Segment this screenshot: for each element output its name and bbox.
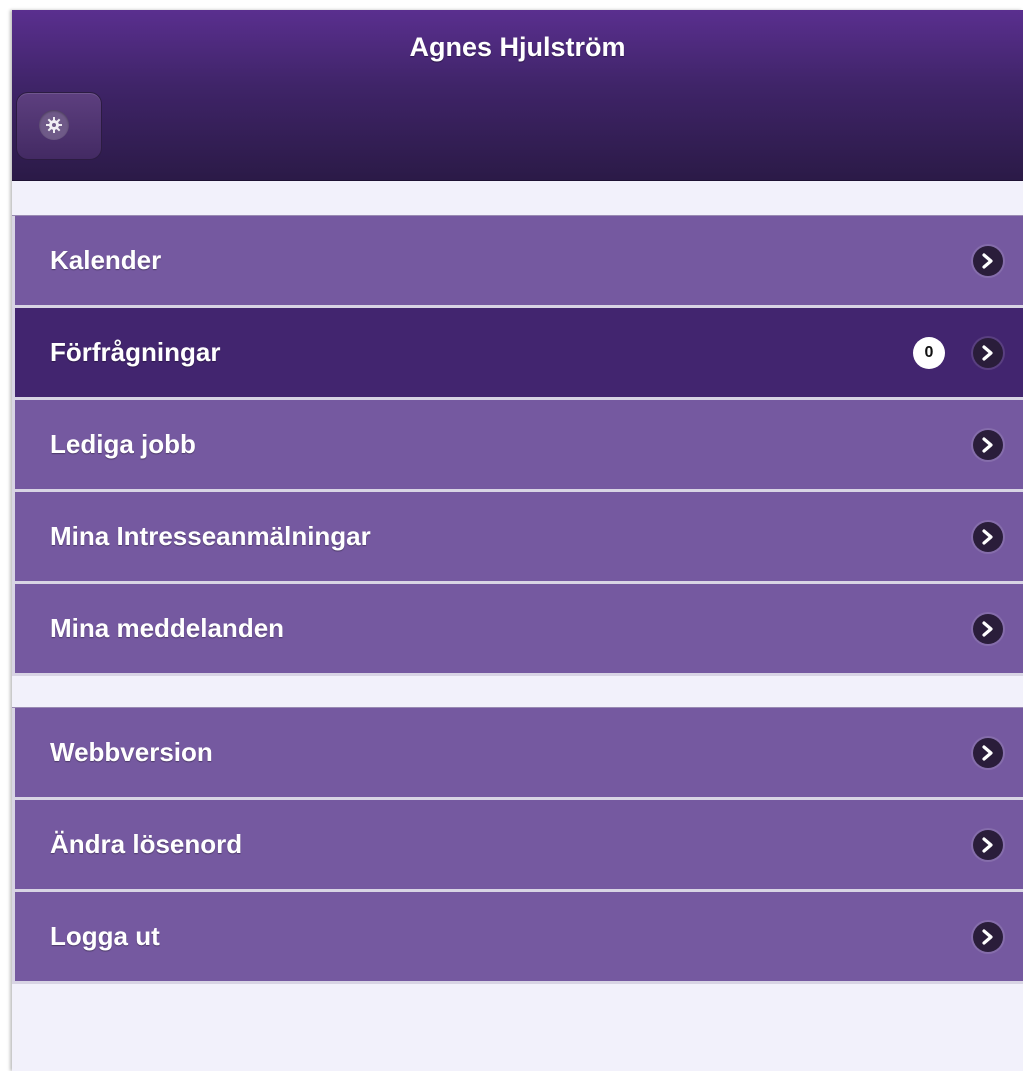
menu-item-label: Förfrågningar [50, 337, 221, 367]
main-menu: Kalender Förfrågningar 0 Lediga jobb Min… [12, 215, 1023, 676]
settings-button[interactable] [16, 92, 102, 160]
menu-item-meddelanden[interactable]: Mina meddelanden [12, 584, 1023, 676]
menu-item-label: Lediga jobb [50, 429, 196, 459]
menu-item-intresseanmalningar[interactable]: Mina Intresseanmälningar [12, 492, 1023, 584]
chevron-right-icon [973, 430, 1003, 460]
chevron-right-icon [973, 614, 1003, 644]
menu-item-kalender[interactable]: Kalender [12, 216, 1023, 308]
menu-item-lediga-jobb[interactable]: Lediga jobb [12, 400, 1023, 492]
header-bar: Agnes Hjulström [12, 10, 1023, 181]
menu-item-logga-ut[interactable]: Logga ut [12, 892, 1023, 984]
gear-icon [39, 110, 69, 140]
menu-item-forfragningar[interactable]: Förfrågningar 0 [12, 308, 1023, 400]
app-frame: Agnes Hjulström Kalender Förfrågningar 0… [12, 10, 1023, 1071]
chevron-right-icon [973, 338, 1003, 368]
count-badge: 0 [913, 337, 945, 369]
account-menu: Webbversion Ändra lösenord Logga ut [12, 707, 1023, 984]
menu-item-label: Webbversion [50, 737, 213, 767]
menu-item-label: Mina Intresseanmälningar [50, 521, 371, 551]
menu-item-label: Kalender [50, 245, 162, 275]
menu-item-label: Logga ut [50, 921, 160, 951]
chevron-right-icon [973, 830, 1003, 860]
chevron-right-icon [973, 246, 1003, 276]
menu-item-label: Ändra lösenord [50, 829, 243, 859]
chevron-right-icon [973, 522, 1003, 552]
chevron-right-icon [973, 922, 1003, 952]
menu-item-andra-losenord[interactable]: Ändra lösenord [12, 800, 1023, 892]
page-title: Agnes Hjulström [409, 32, 626, 62]
menu-item-label: Mina meddelanden [50, 613, 285, 643]
menu-item-webbversion[interactable]: Webbversion [12, 708, 1023, 800]
chevron-right-icon [973, 738, 1003, 768]
